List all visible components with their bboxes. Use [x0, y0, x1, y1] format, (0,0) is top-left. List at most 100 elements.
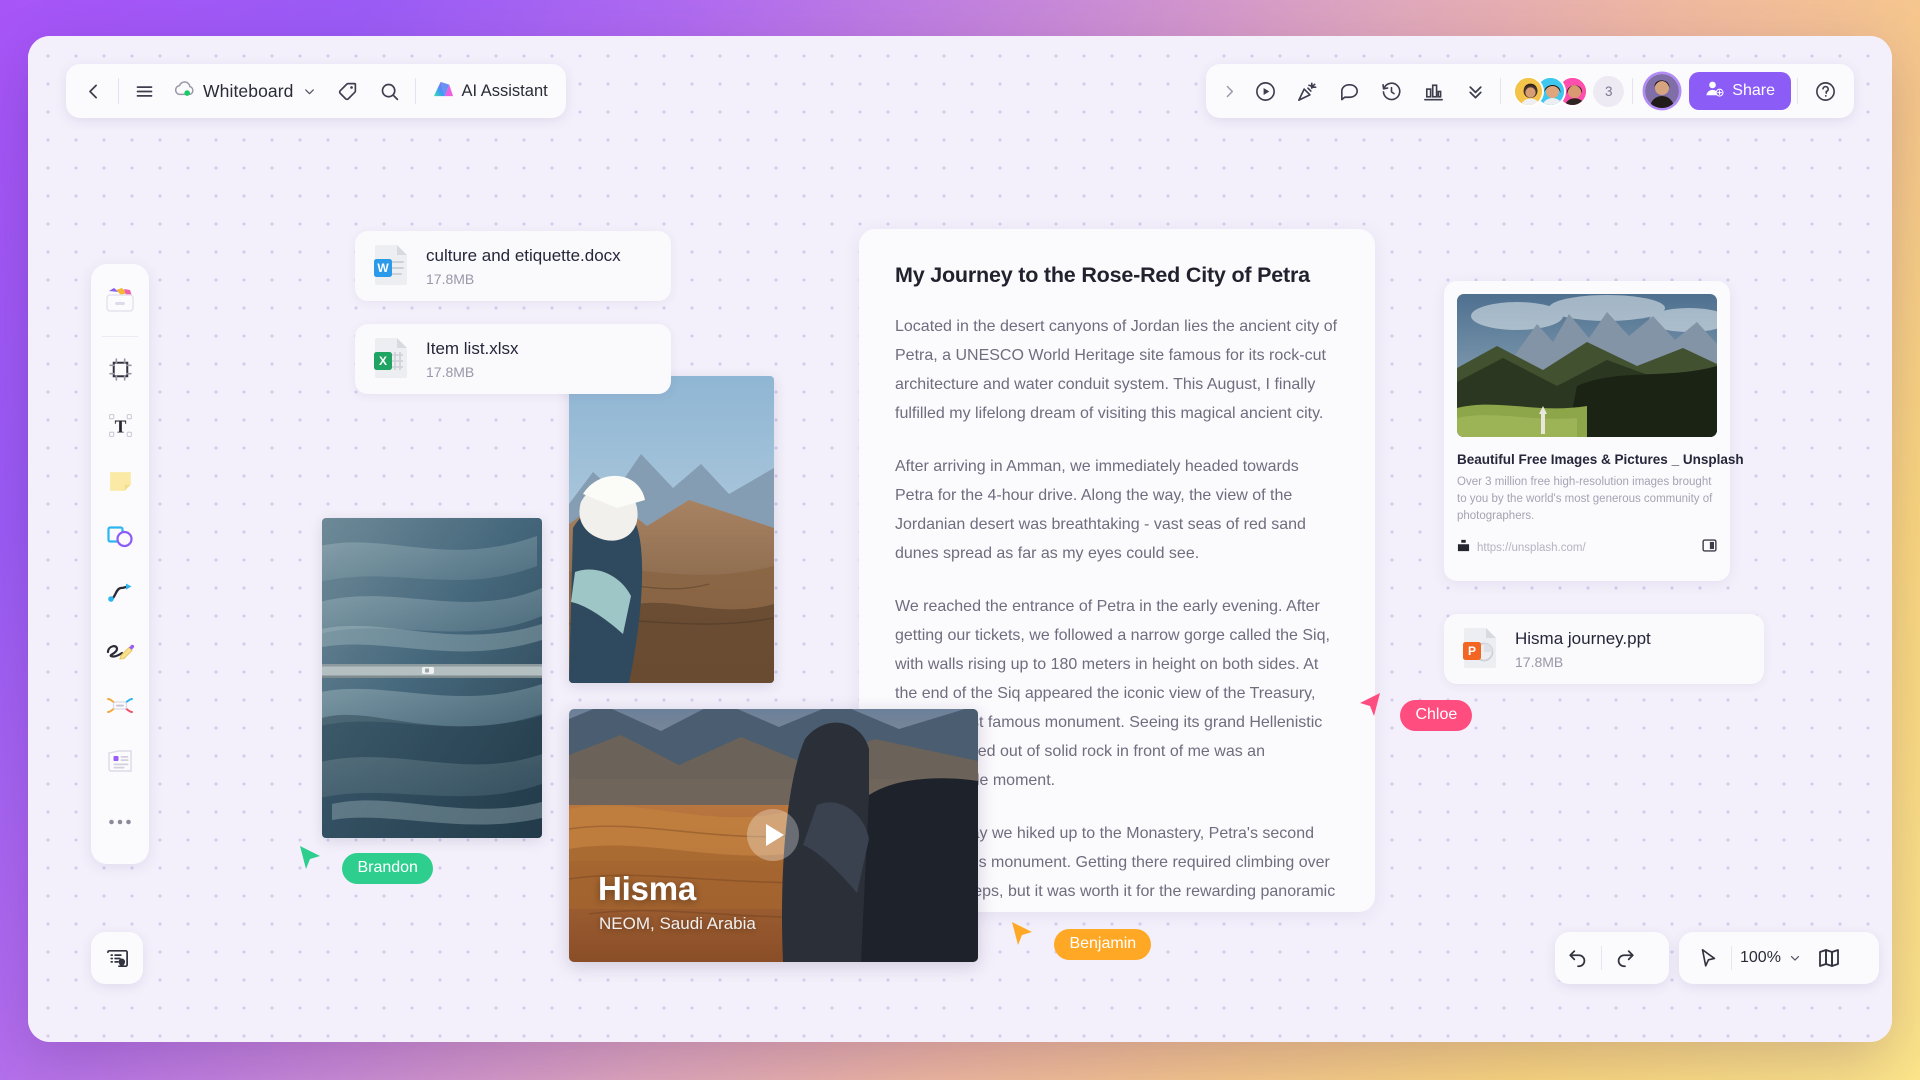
document-paragraph: After arriving in Amman, we immediately … [895, 458, 1306, 562]
current-user-avatar[interactable] [1637, 74, 1689, 108]
link-preview-card[interactable]: Beautiful Free Images & Pictures _ Unspl… [1444, 281, 1744, 581]
sticky-note-icon [109, 471, 131, 491]
share-label: Share [1732, 82, 1775, 99]
pen-scribble-icon [106, 644, 135, 660]
file-size: 17.8MB [1515, 653, 1564, 670]
chevron-down-icon [304, 88, 314, 94]
video-card[interactable]: Hisma NEOM, Saudi Arabia [569, 709, 978, 962]
reactions-button[interactable] [1286, 70, 1328, 112]
undo-button[interactable] [1555, 936, 1601, 980]
ai-assistant-button[interactable]: AI Assistant [420, 70, 560, 112]
back-button[interactable] [72, 70, 114, 112]
tag-button[interactable] [327, 70, 369, 112]
timer-button[interactable] [1370, 70, 1412, 112]
cloud-synced-icon [173, 80, 195, 103]
divider [414, 78, 416, 104]
more-dots-icon [109, 819, 131, 825]
tool-more[interactable] [97, 799, 143, 845]
presentation-button[interactable] [1244, 70, 1286, 112]
tag-icon [338, 82, 357, 100]
ai-sparkle-icon [432, 78, 455, 104]
chevron-double-down-icon [1469, 85, 1482, 98]
tool-mindmap[interactable] [97, 682, 143, 728]
vote-chart-icon [1423, 83, 1443, 100]
shapes-icon [107, 526, 133, 548]
comment-bubble-icon [1340, 83, 1358, 100]
tool-template-gallery[interactable] [97, 279, 143, 325]
redo-arrow-icon [1617, 950, 1634, 968]
hamburger-menu-icon [136, 85, 152, 97]
link-url: https://unsplash.com/ [1477, 542, 1586, 554]
chevron-down-icon [1790, 955, 1800, 961]
pointer-tool-button[interactable] [1685, 936, 1731, 980]
file-card-ppt[interactable]: P Hisma journey.ppt 17.8MB [1444, 614, 1764, 684]
file-name: Hisma journey.ppt [1515, 628, 1651, 648]
search-button[interactable] [369, 70, 411, 112]
app-window: W culture and etiquette.docx 17.8MB X It… [28, 36, 1892, 1042]
present-play-icon [1255, 81, 1275, 101]
vote-button[interactable] [1412, 70, 1454, 112]
document-paragraph: Located in the desert canyons of Jordan … [895, 318, 1338, 422]
video-subtitle: NEOM, Saudi Arabia [599, 914, 756, 933]
collaborator-avatar-1[interactable] [1513, 75, 1545, 107]
cursor-brandon: Brandon [298, 844, 433, 884]
unsplash-favicon-icon [1457, 539, 1470, 557]
file-card-xlsx[interactable]: X Item list.xlsx 17.8MB [355, 324, 671, 394]
link-description: Over 3 million free high-resolution imag… [1457, 476, 1713, 522]
help-button[interactable] [1804, 70, 1846, 112]
comments-button[interactable] [1328, 70, 1370, 112]
aerial-road-photo[interactable] [322, 518, 542, 838]
tool-frame[interactable] [97, 346, 143, 392]
word-file-icon: W [373, 242, 411, 291]
timer-icon [1382, 81, 1401, 100]
tool-sticky-note[interactable] [97, 458, 143, 504]
zoom-level-dropdown[interactable]: 100% [1732, 936, 1806, 980]
redo-button[interactable] [1602, 936, 1648, 980]
file-card-docx[interactable]: W culture and etiquette.docx 17.8MB [355, 231, 671, 301]
tool-shapes[interactable] [97, 514, 143, 560]
cursor-label: Chloe [1400, 700, 1473, 731]
expand-toolbar-button[interactable] [1214, 70, 1244, 112]
locate-card-button[interactable] [91, 932, 143, 984]
cursor-arrow-icon [1360, 693, 1380, 716]
top-left-toolbar: Whiteboard AI Assistant [66, 64, 566, 118]
cursor-label: Brandon [342, 853, 433, 884]
cursor-benjamin: Benjamin [1010, 920, 1152, 960]
cursor-chloe: Chloe [1356, 691, 1473, 731]
share-button[interactable]: Share [1689, 72, 1791, 110]
minimap-button[interactable] [1806, 936, 1852, 980]
tool-rail: T [91, 264, 149, 864]
svg-text:X: X [379, 354, 387, 368]
undo-arrow-icon [1569, 950, 1586, 968]
desert-hiker-photo[interactable] [569, 376, 774, 683]
tool-connector[interactable] [97, 570, 143, 616]
svg-text:T: T [114, 416, 126, 436]
menu-button[interactable] [123, 70, 165, 112]
cursor-arrow-icon [1012, 922, 1032, 945]
excel-file-icon: X [373, 335, 411, 384]
collaborator-avatars[interactable]: 3 [1505, 75, 1628, 107]
more-toolbar-button[interactable] [1454, 70, 1496, 112]
file-name: Item list.xlsx [426, 338, 519, 358]
search-icon [381, 83, 399, 100]
svg-text:P: P [1468, 644, 1476, 658]
tool-document[interactable] [97, 738, 143, 784]
link-thumbnail [1457, 294, 1717, 437]
divider [1632, 78, 1634, 104]
help-circle-icon [1815, 81, 1835, 101]
tool-pen[interactable] [97, 626, 143, 672]
divider [118, 78, 119, 104]
document-title-chip[interactable]: Whiteboard [165, 70, 327, 112]
document-card-icon [108, 750, 132, 772]
mindmap-icon [107, 698, 133, 713]
collaborator-overflow-count[interactable]: 3 [1593, 75, 1625, 107]
frame-icon [108, 357, 132, 381]
text-t-icon: T [108, 413, 132, 437]
add-person-icon [1705, 79, 1724, 103]
template-tray-icon [106, 288, 134, 312]
video-title: Hisma [598, 870, 697, 907]
open-preview-icon[interactable] [1702, 538, 1717, 558]
file-name: culture and etiquette.docx [426, 245, 621, 265]
tool-text[interactable]: T [97, 402, 143, 448]
svg-text:W: W [377, 261, 389, 275]
